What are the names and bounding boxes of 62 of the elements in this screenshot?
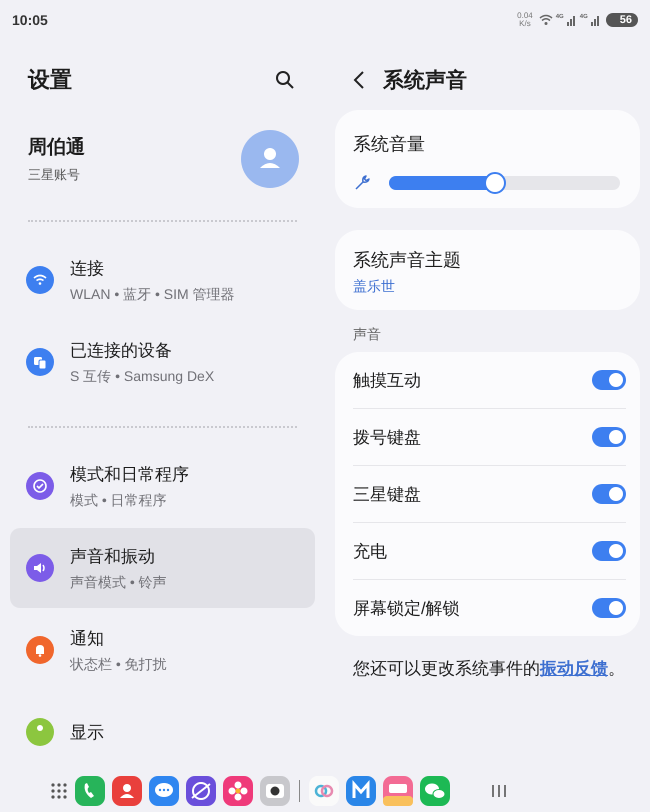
m-app-icon[interactable] [346, 776, 376, 806]
setting-label: 充电 [353, 540, 387, 562]
toggle-switch[interactable] [592, 484, 626, 504]
menu-item-title: 声音和振动 [70, 546, 156, 568]
apps-icon[interactable] [50, 782, 68, 800]
signal-icon [566, 14, 577, 26]
theme-card[interactable]: 系统声音主题 盖乐世 [335, 230, 640, 310]
menu-item-title: 模式和日常程序 [70, 464, 189, 486]
net-unit: K/s [519, 20, 531, 28]
menu-item[interactable]: 通知 状态栏 • 免打扰 [10, 610, 315, 690]
wifi-icon [538, 14, 553, 26]
wrench-icon [353, 174, 371, 192]
menu-item[interactable]: 模式和日常程序 模式 • 日常程序 [10, 446, 315, 526]
menu-item[interactable]: 声音和振动 声音模式 • 铃声 [10, 528, 315, 608]
phone-app-icon[interactable] [75, 776, 105, 806]
recents-icon[interactable] [491, 784, 507, 798]
setting-label: 拨号键盘 [353, 426, 421, 448]
toggle-switch[interactable] [592, 598, 626, 618]
messages-app-icon[interactable] [149, 776, 179, 806]
menu-item-subtitle: S 互传 • Samsung DeX [70, 368, 214, 386]
page-title: 系统声音 [383, 68, 467, 94]
browser-app-icon[interactable] [186, 776, 216, 806]
menu-item-subtitle: 声音模式 • 铃声 [70, 574, 167, 592]
toggle-switch[interactable] [592, 427, 626, 447]
camera-app-icon[interactable] [260, 776, 290, 806]
volume-label: 系统音量 [353, 133, 426, 156]
setting-label: 三星键盘 [353, 484, 421, 506]
back-icon[interactable] [353, 70, 365, 90]
menu-item-title: 连接 [70, 258, 105, 280]
toggle-switch[interactable] [592, 541, 626, 561]
menu-item[interactable]: 已连接的设备 S 互传 • Samsung DeX [10, 322, 315, 402]
chat-app-icon[interactable] [420, 776, 450, 806]
vibration-link[interactable]: 振动反馈 [540, 659, 608, 678]
setting-label: 触摸互动 [353, 370, 421, 392]
section-label: 声音 [352, 325, 382, 344]
menu-item-subtitle: 状态栏 • 免打扰 [70, 656, 167, 674]
gallery-app-icon[interactable] [223, 776, 253, 806]
slider-thumb[interactable] [484, 172, 506, 194]
menu-item-title: 通知 [70, 628, 105, 650]
contacts-app-icon[interactable] [112, 776, 142, 806]
status-time: 10:05 [12, 12, 48, 28]
profile-name[interactable]: 周伯通 [28, 134, 85, 160]
toggle-switch[interactable] [592, 370, 626, 390]
avatar-icon[interactable] [241, 130, 299, 188]
link-app-icon[interactable] [309, 776, 339, 806]
menu-item[interactable]: 显示 [10, 692, 315, 772]
menu-item-title: 显示 [70, 722, 104, 744]
menu-item-subtitle: 模式 • 日常程序 [70, 492, 168, 510]
video-app-icon[interactable] [383, 776, 413, 806]
theme-value: 盖乐世 [353, 278, 396, 296]
menu-item-subtitle: WLAN • 蓝牙 • SIM 管理器 [70, 286, 235, 304]
page-title: 设置 [28, 66, 72, 94]
menu-item[interactable]: 连接 WLAN • 蓝牙 • SIM 管理器 [10, 240, 315, 320]
account-label: 三星账号 [28, 166, 81, 184]
menu-item-title: 已连接的设备 [70, 340, 173, 362]
footer-text: 您还可以更改系统事件的振动反馈。 [353, 658, 626, 680]
theme-label: 系统声音主题 [353, 249, 462, 272]
setting-label: 屏幕锁定/解锁 [353, 598, 460, 620]
net-speed: 0.04 [517, 12, 533, 20]
battery-level: 56 [606, 13, 638, 27]
search-icon[interactable] [275, 70, 295, 90]
signal-icon [590, 14, 601, 26]
